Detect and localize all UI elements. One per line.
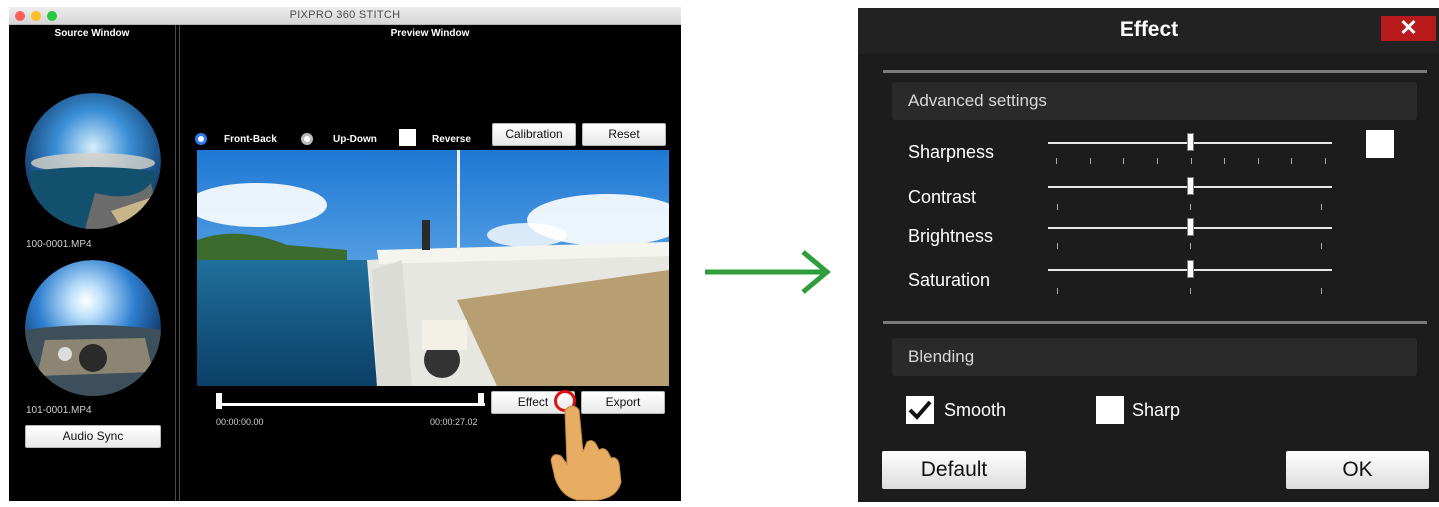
smooth-label: Smooth <box>944 400 1007 420</box>
dialog-header: Effect ✕ <box>858 8 1439 54</box>
sharpness-slider-thumb[interactable] <box>1187 133 1194 151</box>
brightness-slider-thumb[interactable] <box>1187 218 1194 236</box>
divider <box>883 321 1427 324</box>
source-window-title: Source Window <box>54 28 130 39</box>
contrast-label: Contrast <box>908 187 977 207</box>
contrast-tick <box>1321 204 1322 210</box>
contrast-tick <box>1190 204 1191 210</box>
preview-window-title: Preview Window <box>390 28 470 39</box>
brightness-tick <box>1321 243 1322 249</box>
saturation-tick <box>1190 288 1191 294</box>
reverse-checkbox[interactable] <box>399 129 416 146</box>
saturation-slider-thumb[interactable] <box>1187 260 1194 278</box>
brightness-label: Brightness <box>908 226 994 246</box>
dialog-title: Effect <box>1119 18 1179 41</box>
default-button[interactable]: Default <box>882 451 1026 489</box>
pointing-hand-icon <box>547 402 627 507</box>
sharp-checkbox[interactable] <box>1096 396 1124 424</box>
saturation-tick <box>1321 288 1322 294</box>
calibration-button[interactable]: Calibration <box>492 123 576 146</box>
sharpness-label: Sharpness <box>908 142 995 162</box>
contrast-tick <box>1057 204 1058 210</box>
window-title: PIXPRO 360 STITCH <box>289 9 401 21</box>
source-file-name-2: 101-0001.MP4 <box>26 405 92 416</box>
title-bar: PIXPRO 360 STITCH <box>9 7 681 25</box>
sharpness-ticks <box>1056 158 1326 164</box>
divider <box>883 70 1427 73</box>
sharp-label: Sharp <box>1132 400 1181 420</box>
close-icon[interactable]: ✕ <box>1381 16 1436 41</box>
reset-button[interactable]: Reset <box>582 123 666 146</box>
brightness-tick <box>1057 243 1058 249</box>
up-down-radio[interactable] <box>301 133 313 145</box>
smooth-checkbox[interactable] <box>906 396 934 424</box>
app-window: PIXPRO 360 STITCH Source Window 100-0001… <box>9 7 681 501</box>
blending-header: Blending <box>892 338 1417 376</box>
brightness-tick <box>1190 243 1191 249</box>
time-start: 00:00:00.00 <box>216 417 264 427</box>
source-file-name-1: 100-0001.MP4 <box>26 239 92 250</box>
effect-dialog: Effect ✕ Advanced settings Sharpness Con… <box>858 8 1439 502</box>
front-back-radio[interactable] <box>195 133 207 145</box>
blending-label: Blending <box>908 347 975 366</box>
advanced-settings-header: Advanced settings <box>892 82 1417 120</box>
sharpness-value-box[interactable] <box>1366 130 1394 158</box>
up-down-label: Up-Down <box>333 134 377 145</box>
front-back-label: Front-Back <box>224 134 277 145</box>
timeline-track[interactable] <box>219 403 485 406</box>
panel-divider[interactable] <box>175 25 180 501</box>
saturation-label: Saturation <box>908 270 991 290</box>
time-end: 00:00:27.02 <box>430 417 478 427</box>
right-arrow-icon <box>705 250 835 299</box>
contrast-slider-thumb[interactable] <box>1187 177 1194 195</box>
audio-sync-button[interactable]: Audio Sync <box>25 425 161 448</box>
source-thumbnail-1[interactable] <box>25 93 161 229</box>
ok-button[interactable]: OK <box>1286 451 1429 489</box>
timeline-end-handle[interactable] <box>478 393 484 405</box>
saturation-tick <box>1057 288 1058 294</box>
advanced-settings-label: Advanced settings <box>908 91 1047 110</box>
source-thumbnail-2[interactable] <box>25 260 161 396</box>
timeline-start-handle[interactable] <box>216 393 222 409</box>
preview-image[interactable] <box>197 150 669 386</box>
reverse-label: Reverse <box>432 134 471 145</box>
checkmark-icon <box>908 400 932 420</box>
